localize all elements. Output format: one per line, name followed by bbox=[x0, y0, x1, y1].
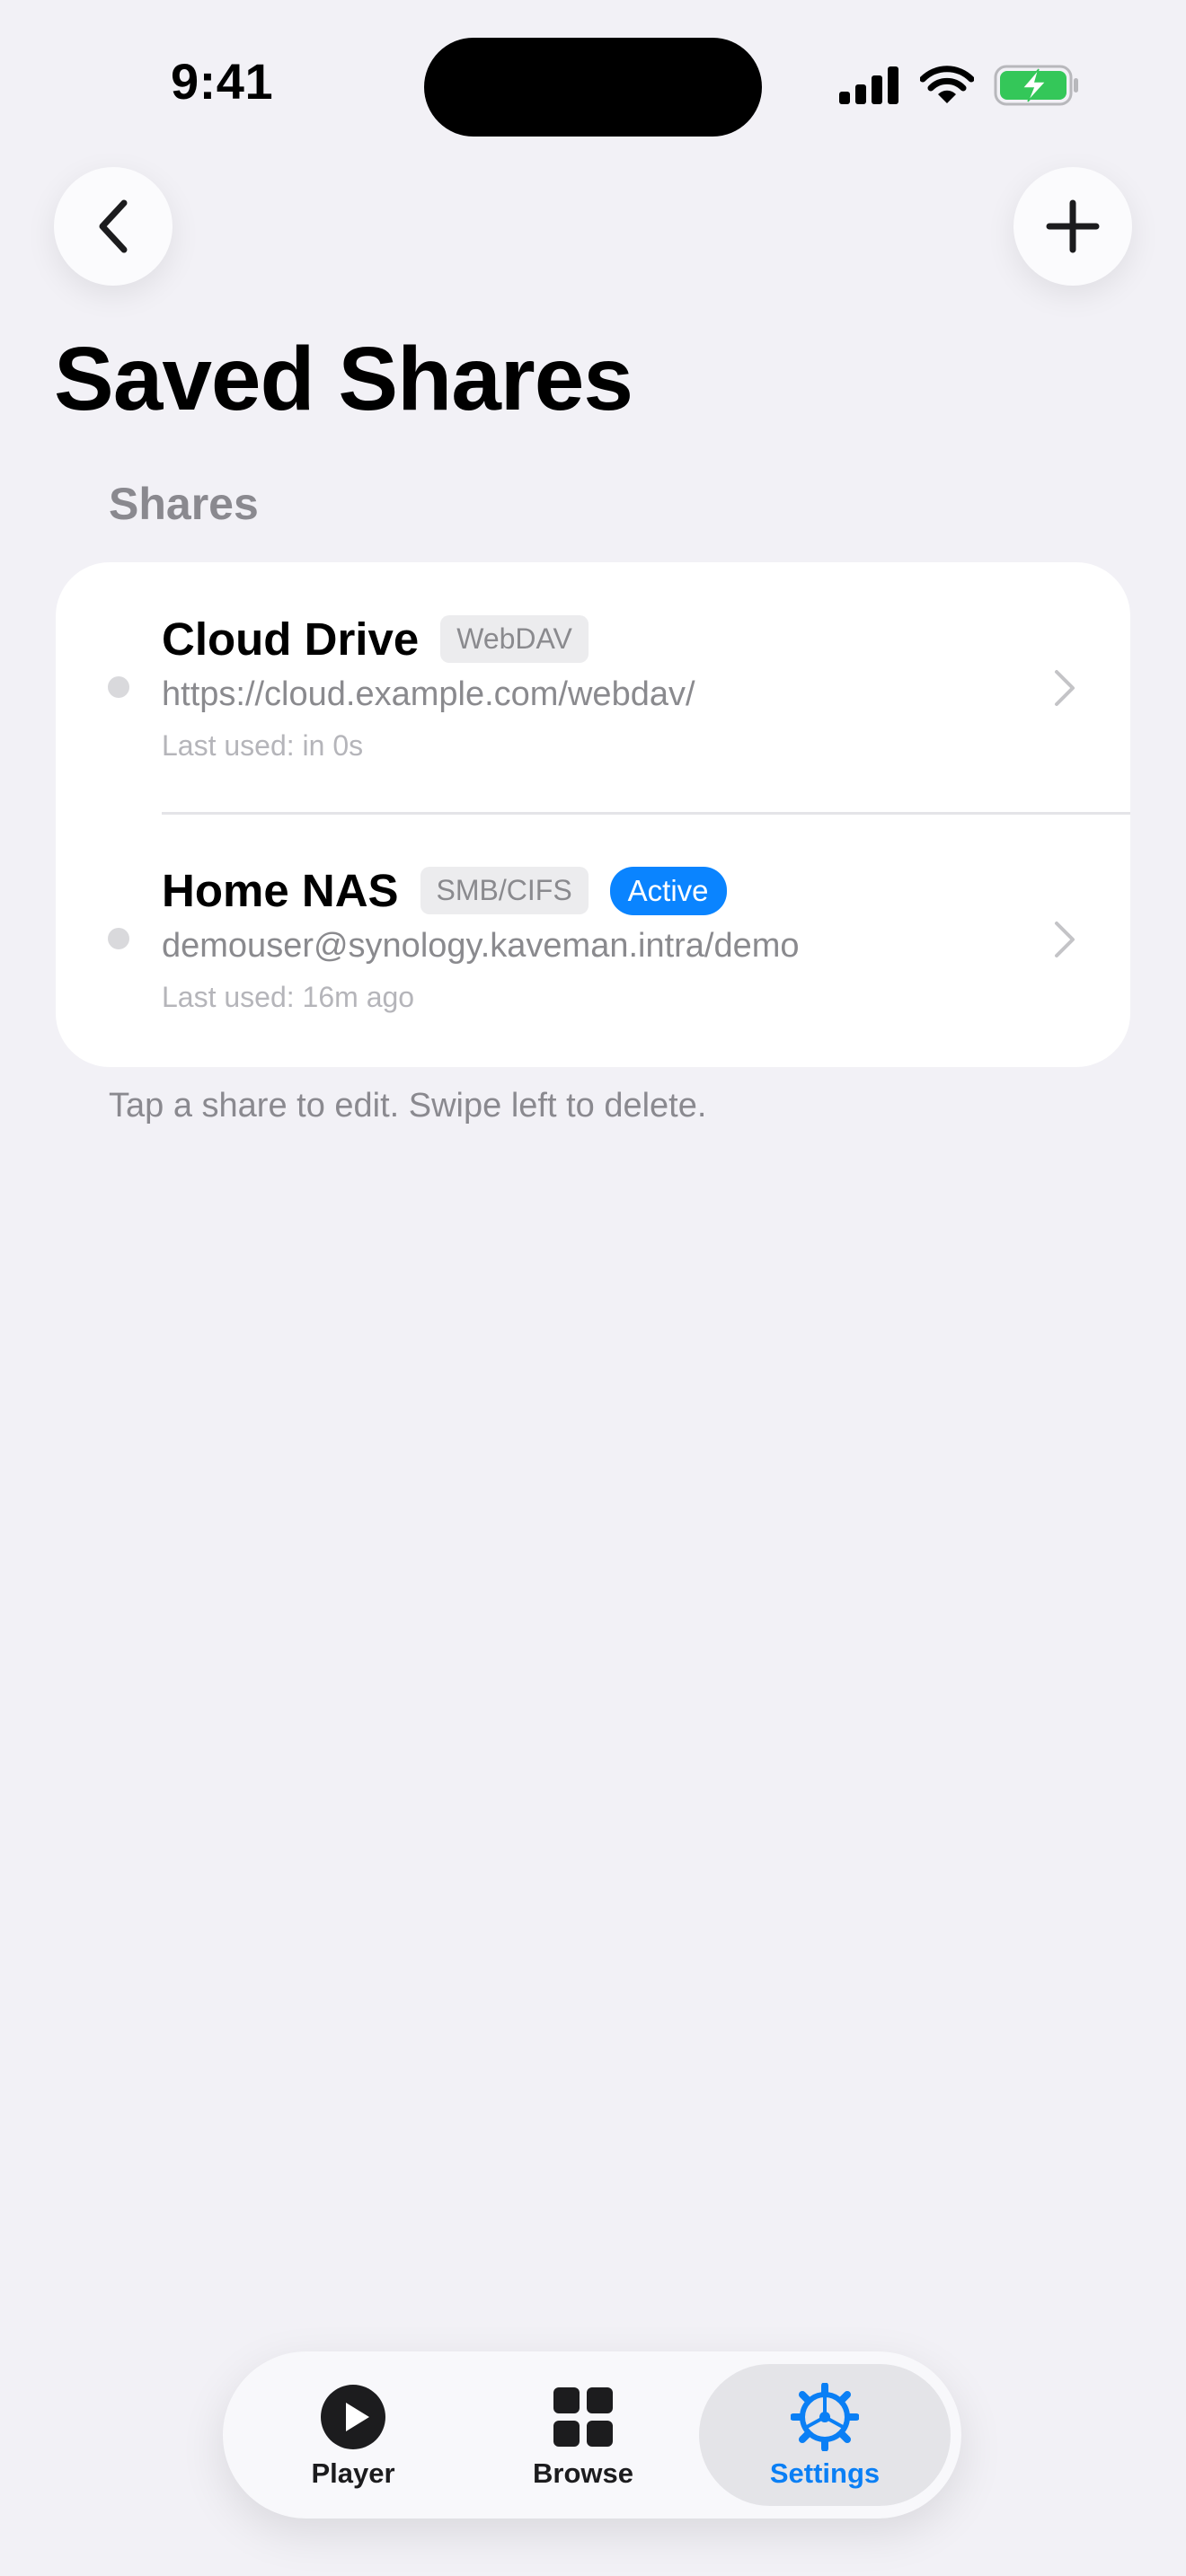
share-title-line: Cloud Drive WebDAV bbox=[162, 613, 589, 666]
grid-icon bbox=[553, 2387, 613, 2447]
tab-label: Player bbox=[311, 2457, 395, 2489]
tab-browse[interactable]: Browse bbox=[467, 2364, 699, 2506]
status-time: 9:41 bbox=[171, 53, 274, 110]
chevron-right-icon bbox=[1055, 670, 1075, 706]
wifi-icon bbox=[920, 66, 974, 103]
page-title: Saved Shares bbox=[54, 329, 633, 429]
protocol-badge: SMB/CIFS bbox=[420, 867, 589, 914]
share-name: Home NAS bbox=[162, 865, 399, 916]
active-badge: Active bbox=[609, 866, 727, 915]
connection-status-dot bbox=[108, 928, 129, 949]
add-share-button[interactable] bbox=[1013, 167, 1132, 286]
share-last-used: Last used: 16m ago bbox=[162, 981, 415, 1013]
tab-settings[interactable]: Settings bbox=[699, 2364, 951, 2506]
play-circle-icon bbox=[321, 2385, 385, 2449]
cellular-signal-icon bbox=[839, 66, 898, 104]
tab-bar: Player Browse Settings bbox=[223, 2351, 961, 2519]
tab-label: Browse bbox=[533, 2457, 633, 2489]
share-row-home-nas[interactable]: Home NAS SMB/CIFS Active demouser@synolo… bbox=[56, 814, 1130, 1065]
dynamic-island bbox=[424, 38, 762, 137]
connection-status-dot bbox=[108, 676, 129, 698]
shares-list: Cloud Drive WebDAV https://cloud.example… bbox=[56, 562, 1130, 1067]
share-last-used: Last used: in 0s bbox=[162, 729, 364, 762]
tab-player[interactable]: Player bbox=[237, 2364, 469, 2506]
gear-icon bbox=[791, 2383, 859, 2451]
battery-charging-icon bbox=[994, 65, 1078, 106]
tab-label: Settings bbox=[769, 2457, 881, 2489]
chevron-right-icon bbox=[1055, 922, 1075, 957]
share-url: demouser@synology.kaveman.intra/demo bbox=[162, 927, 800, 965]
chevron-left-icon bbox=[99, 199, 128, 253]
section-header: Shares bbox=[109, 479, 259, 529]
back-button[interactable] bbox=[54, 167, 173, 286]
share-url: https://cloud.example.com/webdav/ bbox=[162, 675, 695, 713]
share-title-line: Home NAS SMB/CIFS Active bbox=[162, 864, 727, 917]
plus-icon bbox=[1046, 199, 1100, 253]
protocol-badge: WebDAV bbox=[440, 615, 589, 663]
section-footer-hint: Tap a share to edit. Swipe left to delet… bbox=[109, 1087, 707, 1125]
status-icons bbox=[839, 65, 1080, 106]
share-name: Cloud Drive bbox=[162, 613, 420, 665]
share-row-cloud-drive[interactable]: Cloud Drive WebDAV https://cloud.example… bbox=[56, 562, 1130, 815]
